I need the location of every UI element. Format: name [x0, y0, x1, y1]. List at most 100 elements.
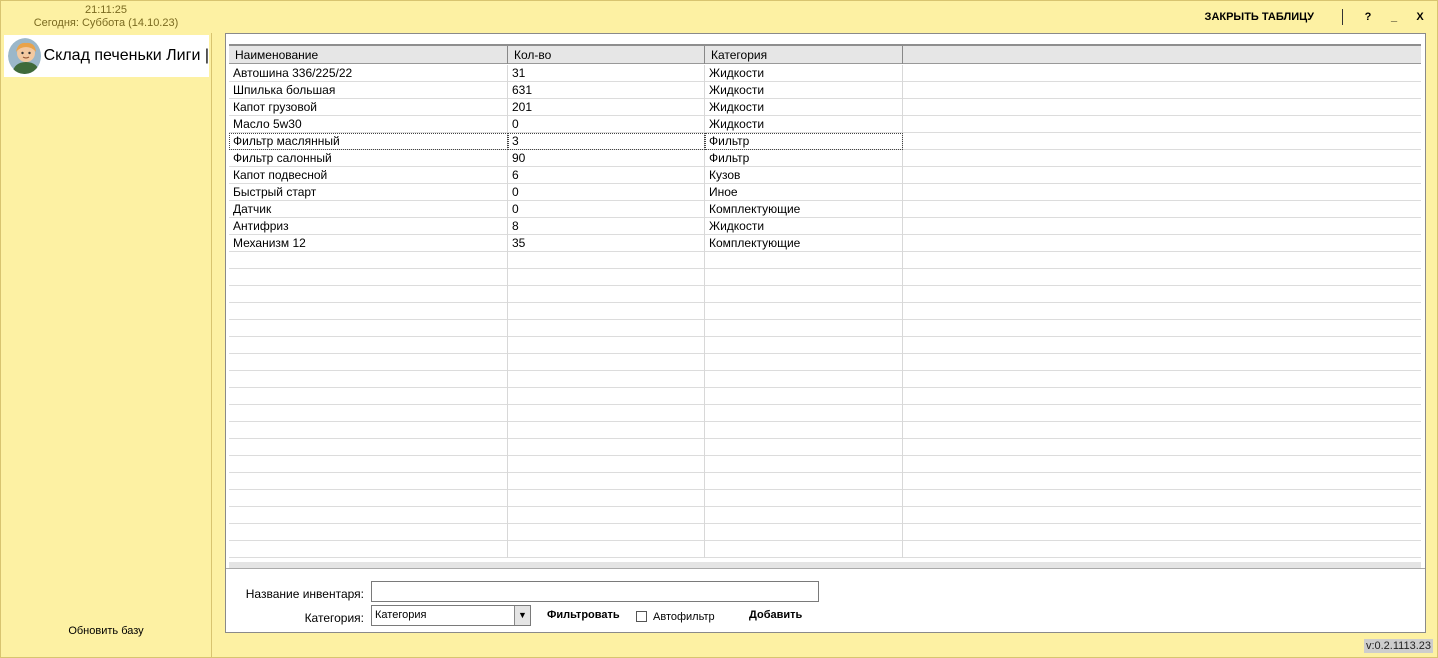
cell-name[interactable]: [229, 320, 508, 337]
column-header-category[interactable]: Категория: [705, 46, 903, 64]
cell-quantity[interactable]: [508, 456, 705, 473]
cell-name[interactable]: [229, 439, 508, 456]
cell-name[interactable]: [229, 422, 508, 439]
table-row[interactable]: [229, 388, 1421, 405]
cell-category[interactable]: Жидкости: [705, 99, 903, 116]
cell-quantity[interactable]: 90: [508, 150, 705, 167]
minimize-button[interactable]: _: [1381, 11, 1407, 23]
cell-category[interactable]: [705, 303, 903, 320]
cell-quantity[interactable]: [508, 303, 705, 320]
table-row[interactable]: [229, 507, 1421, 524]
cell-name[interactable]: [229, 371, 508, 388]
table-row[interactable]: Шпилька большая 631 Жидкости: [229, 82, 1421, 99]
cell-name[interactable]: [229, 473, 508, 490]
cell-name[interactable]: Механизм 12: [229, 235, 508, 252]
cell-category[interactable]: Кузов: [705, 167, 903, 184]
cell-quantity[interactable]: [508, 320, 705, 337]
cell-empty[interactable]: [903, 405, 1421, 422]
cell-category[interactable]: [705, 252, 903, 269]
cell-category[interactable]: Иное: [705, 184, 903, 201]
table-row[interactable]: [229, 320, 1421, 337]
cell-name[interactable]: [229, 269, 508, 286]
cell-category[interactable]: [705, 490, 903, 507]
cell-quantity[interactable]: 0: [508, 201, 705, 218]
cell-name[interactable]: Шпилька большая: [229, 82, 508, 99]
table-row[interactable]: Датчик 0 Комплектующие: [229, 201, 1421, 218]
cell-category[interactable]: Фильтр: [705, 133, 903, 150]
cell-category[interactable]: [705, 456, 903, 473]
cell-empty[interactable]: [903, 286, 1421, 303]
cell-quantity[interactable]: 0: [508, 116, 705, 133]
cell-quantity[interactable]: 6: [508, 167, 705, 184]
cell-quantity[interactable]: [508, 252, 705, 269]
cell-empty[interactable]: [903, 133, 1421, 150]
cell-empty[interactable]: [903, 235, 1421, 252]
cell-name[interactable]: Быстрый старт: [229, 184, 508, 201]
cell-name[interactable]: [229, 337, 508, 354]
table-row[interactable]: [229, 354, 1421, 371]
cell-name[interactable]: Фильтр маслянный: [229, 133, 508, 150]
cell-category[interactable]: [705, 320, 903, 337]
cell-quantity[interactable]: [508, 473, 705, 490]
table-row[interactable]: [229, 405, 1421, 422]
cell-empty[interactable]: [903, 337, 1421, 354]
cell-quantity[interactable]: [508, 337, 705, 354]
cell-quantity[interactable]: [508, 269, 705, 286]
cell-quantity[interactable]: [508, 439, 705, 456]
cell-empty[interactable]: [903, 269, 1421, 286]
table-row[interactable]: Антифриз 8 Жидкости: [229, 218, 1421, 235]
cell-category[interactable]: [705, 371, 903, 388]
cell-name[interactable]: [229, 541, 508, 558]
cell-quantity[interactable]: [508, 405, 705, 422]
cell-quantity[interactable]: 31: [508, 65, 705, 82]
inventory-table[interactable]: Наименование Кол-во Категория Автошина 3…: [226, 34, 1425, 569]
cell-category[interactable]: [705, 405, 903, 422]
cell-quantity[interactable]: [508, 286, 705, 303]
cell-empty[interactable]: [903, 252, 1421, 269]
cell-category[interactable]: Жидкости: [705, 218, 903, 235]
cell-empty[interactable]: [903, 422, 1421, 439]
cell-quantity[interactable]: [508, 490, 705, 507]
cell-category[interactable]: [705, 337, 903, 354]
cell-empty[interactable]: [903, 150, 1421, 167]
table-row[interactable]: [229, 541, 1421, 558]
cell-category[interactable]: Жидкости: [705, 82, 903, 99]
cell-name[interactable]: Датчик: [229, 201, 508, 218]
cell-category[interactable]: Фильтр: [705, 150, 903, 167]
column-header-name[interactable]: Наименование: [229, 46, 508, 64]
cell-empty[interactable]: [903, 303, 1421, 320]
cell-category[interactable]: [705, 541, 903, 558]
cell-quantity[interactable]: [508, 371, 705, 388]
cell-empty[interactable]: [903, 320, 1421, 337]
table-row[interactable]: Капот подвесной 6 Кузов: [229, 167, 1421, 184]
cell-name[interactable]: [229, 405, 508, 422]
chevron-down-icon[interactable]: ▼: [514, 606, 530, 625]
cell-name[interactable]: [229, 507, 508, 524]
cell-empty[interactable]: [903, 507, 1421, 524]
cell-empty[interactable]: [903, 82, 1421, 99]
cell-quantity[interactable]: 0: [508, 184, 705, 201]
category-select[interactable]: Категория ▼: [371, 605, 531, 626]
column-header-quantity[interactable]: Кол-во: [508, 46, 705, 64]
cell-category[interactable]: Комплектующие: [705, 201, 903, 218]
table-row[interactable]: Автошина 336/225/22 31 Жидкости: [229, 65, 1421, 82]
cell-quantity[interactable]: [508, 541, 705, 558]
table-row[interactable]: [229, 371, 1421, 388]
table-row[interactable]: Фильтр салонный 90 Фильтр: [229, 150, 1421, 167]
cell-category[interactable]: [705, 286, 903, 303]
cell-category[interactable]: [705, 439, 903, 456]
table-row[interactable]: [229, 524, 1421, 541]
cell-empty[interactable]: [903, 439, 1421, 456]
table-row[interactable]: Фильтр маслянный 3 Фильтр: [229, 133, 1421, 150]
close-window-button[interactable]: X: [1407, 11, 1433, 23]
table-row[interactable]: [229, 490, 1421, 507]
cell-name[interactable]: Автошина 336/225/22: [229, 65, 508, 82]
cell-empty[interactable]: [903, 354, 1421, 371]
cell-quantity[interactable]: [508, 388, 705, 405]
cell-empty[interactable]: [903, 167, 1421, 184]
cell-category[interactable]: [705, 388, 903, 405]
cell-empty[interactable]: [903, 184, 1421, 201]
cell-quantity[interactable]: 631: [508, 82, 705, 99]
cell-name[interactable]: Капот подвесной: [229, 167, 508, 184]
cell-category[interactable]: Жидкости: [705, 65, 903, 82]
